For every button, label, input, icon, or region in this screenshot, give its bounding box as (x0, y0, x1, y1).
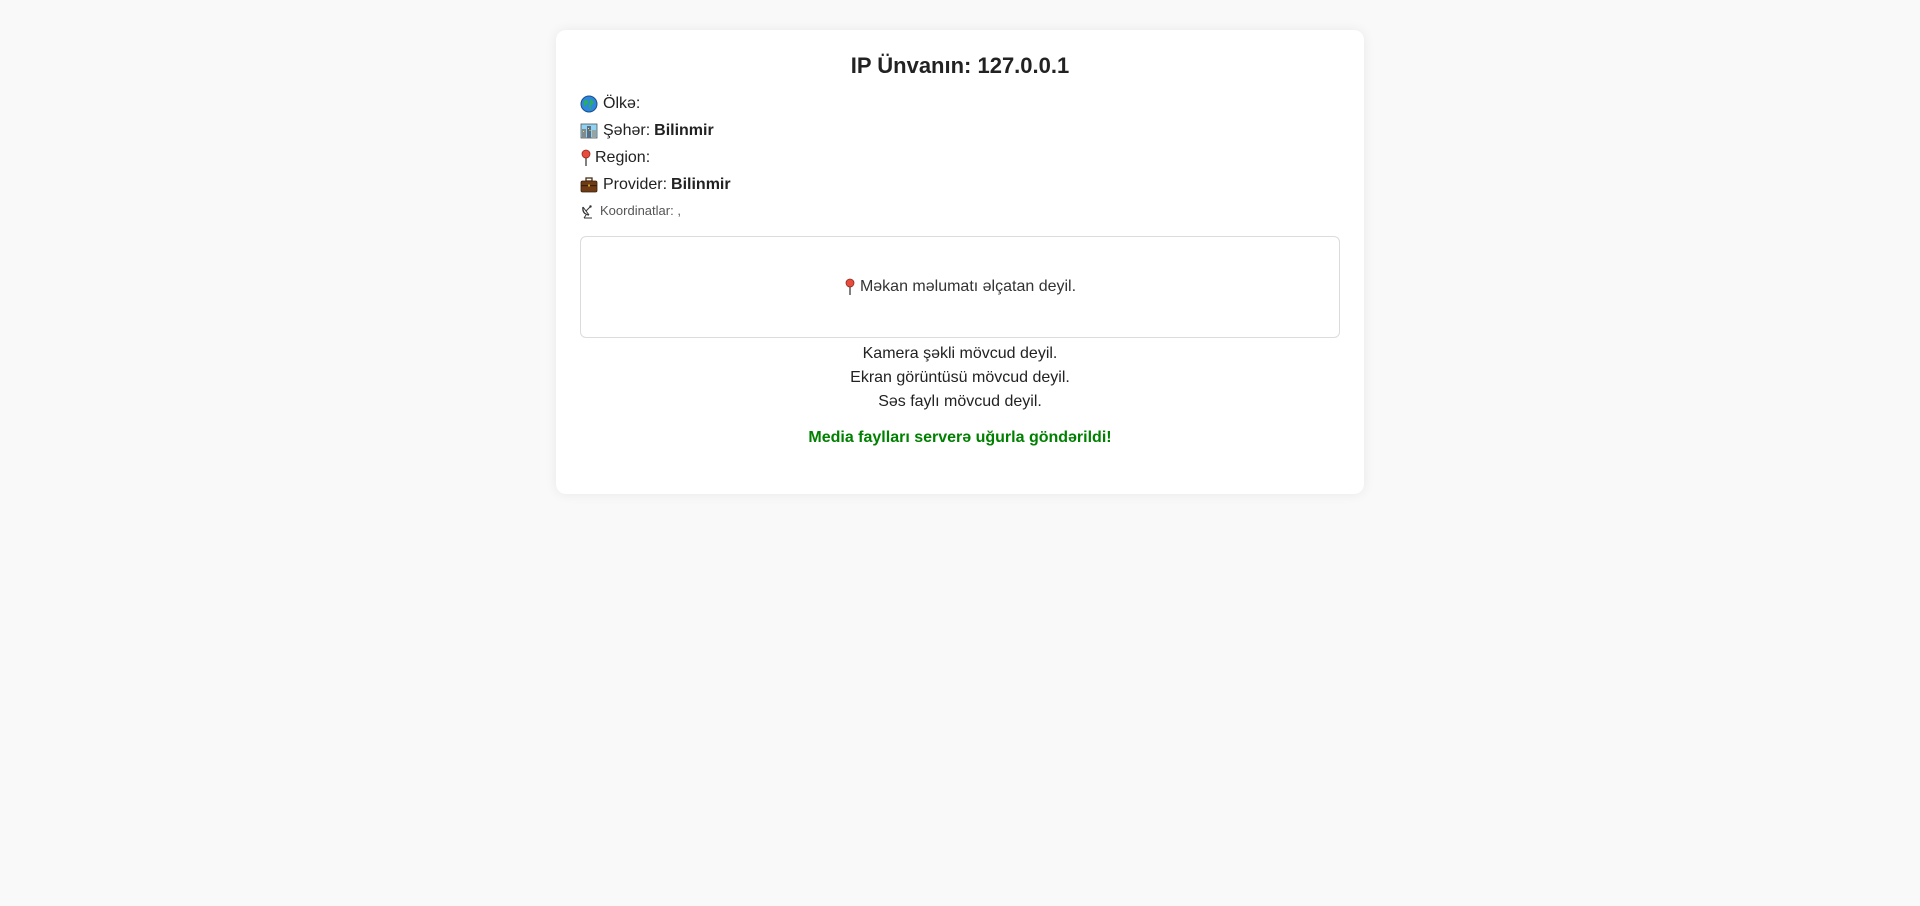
map-unavailable-message: Məkan məlumatı əlçatan deyil. (859, 278, 1077, 295)
city-value: Bilinmir (654, 122, 714, 139)
provider-value: Bilinmir (671, 176, 731, 193)
country-row: Ölkə: (580, 90, 1340, 117)
provider-label: Provider: (603, 176, 668, 193)
briefcase-icon (580, 176, 598, 194)
ip-info-card: IP Ünvanın: 127.0.0.1 Ölkə: Şəhər: Bilin… (556, 30, 1364, 494)
cityscape-icon (580, 122, 598, 140)
city-label: Şəhər: (603, 122, 651, 139)
country-label: Ölkə: (603, 95, 641, 112)
coordinates-row: Koordinatlar: , (580, 198, 1340, 224)
upload-success-message: Media faylları serverə uğurla göndərildi… (808, 429, 1112, 446)
provider-row: Provider: Bilinmir (580, 171, 1340, 198)
region-row: Region: (580, 144, 1340, 171)
coordinates-label: Koordinatlar: , (600, 203, 681, 218)
page-title: IP Ünvanın: 127.0.0.1 (850, 53, 1070, 78)
round-pushpin-icon (580, 149, 592, 167)
city-row: Şəhər: Bilinmir (580, 117, 1340, 144)
globe-icon (580, 95, 598, 113)
map-container: Məkan məlumatı əlçatan deyil. (580, 236, 1340, 338)
satellite-dish-icon (580, 203, 596, 219)
audio-status: Səs faylı mövcud deyil. (878, 393, 1042, 410)
screenshot-status: Ekran görüntüsü mövcud deyil. (850, 369, 1070, 386)
region-label: Region: (595, 149, 651, 166)
media-status-list: Kamera şəkli mövcud deyil. Ekran görüntü… (580, 342, 1340, 414)
round-pushpin-icon (844, 278, 856, 296)
camera-status: Kamera şəkli mövcud deyil. (862, 345, 1058, 362)
